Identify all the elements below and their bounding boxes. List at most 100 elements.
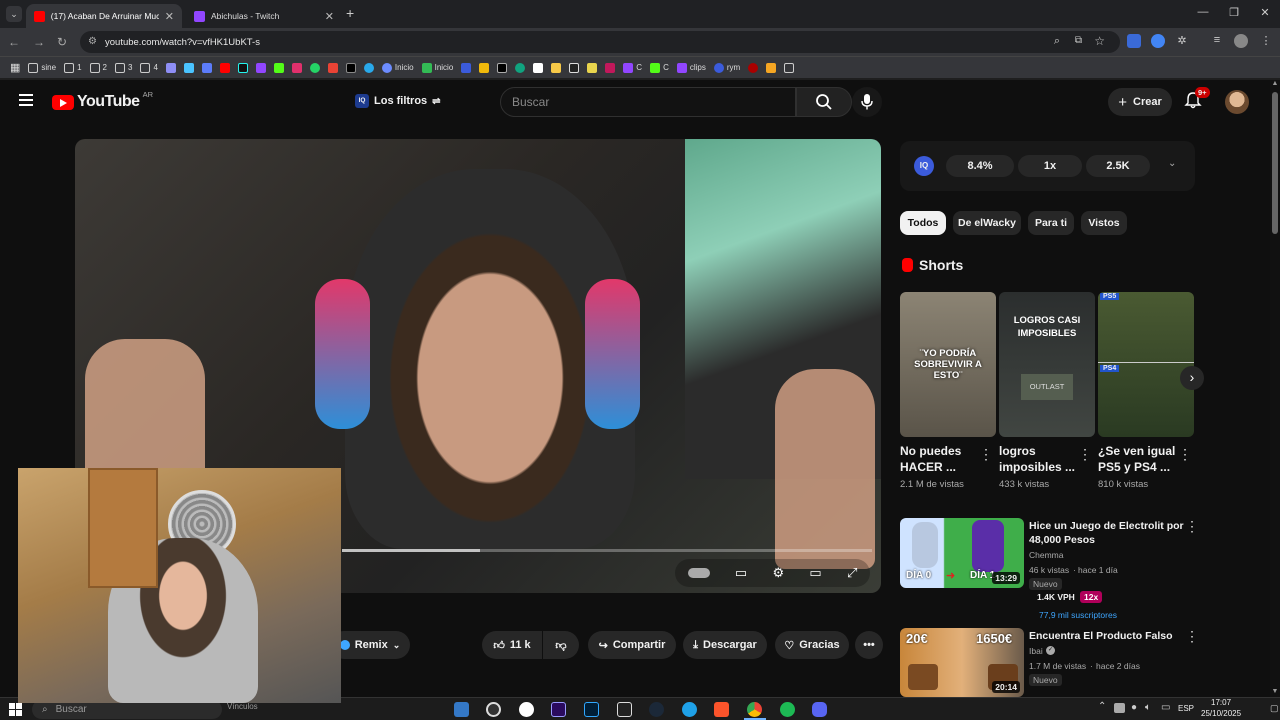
reload-icon[interactable]: ↻	[57, 35, 67, 49]
apps-icon[interactable]: ▦	[10, 61, 20, 74]
more-vertical-icon[interactable]: ⋮	[1185, 518, 1199, 535]
reading-list-icon[interactable]: ≡	[1210, 34, 1224, 48]
capcut-icon[interactable]	[519, 702, 534, 717]
settings-gear-icon[interactable]: ⚙	[772, 565, 784, 581]
tray-volume-icon[interactable]: 🔈︎	[1145, 702, 1151, 713]
chip-todos[interactable]: Todos	[900, 211, 946, 235]
theater-mode-icon[interactable]: ▭	[809, 565, 821, 581]
notifications-button[interactable]: 9+	[1184, 87, 1210, 111]
short-thumbnail[interactable]: PS5 PS4	[1098, 292, 1194, 437]
browser-menu-icon[interactable]: ⋮	[1259, 34, 1273, 48]
shorts-next-button[interactable]: ›	[1180, 366, 1204, 390]
tab-list-button[interactable]: ⌄	[6, 6, 22, 22]
subtitles-icon[interactable]: ▭	[735, 565, 747, 581]
bookmark-link[interactable]: C	[650, 62, 669, 73]
short-thumbnail[interactable]: LOGROS CASI IMPOSIBLES OUTLAST	[999, 292, 1095, 437]
dislike-button[interactable]: 👎︎	[543, 631, 579, 659]
channel-name[interactable]: Chemma	[1029, 550, 1063, 560]
bookmark-icon[interactable]	[461, 62, 472, 73]
close-tab-icon[interactable]: ✕	[325, 10, 334, 23]
video-title[interactable]: Encuentra El Producto Falso	[1029, 629, 1173, 643]
back-icon[interactable]: ←	[8, 35, 20, 49]
bookmark-icon[interactable]	[569, 62, 580, 73]
bookmark-icon[interactable]	[551, 62, 562, 73]
bookmark-icon[interactable]	[587, 62, 598, 73]
clock-time[interactable]: 17:07	[1211, 698, 1231, 707]
kick-bookmark-icon[interactable]	[273, 62, 284, 73]
minimize-button[interactable]: —	[1194, 6, 1212, 18]
short-title[interactable]: No puedes	[900, 443, 961, 459]
bookmark-icon[interactable]	[515, 62, 526, 73]
autoplay-toggle[interactable]	[687, 568, 710, 578]
extensions-icon[interactable]: ✲	[1175, 34, 1189, 48]
voice-search-button[interactable]	[852, 87, 882, 117]
obs-icon[interactable]	[486, 702, 501, 717]
bookmark-folder[interactable]: 2	[89, 62, 107, 73]
bookmark-link[interactable]: Inicio	[421, 62, 453, 73]
star-icon[interactable]: ☆	[1094, 34, 1105, 48]
extension-shield-icon[interactable]	[1151, 34, 1165, 48]
more-actions-button[interactable]: •••	[855, 631, 883, 659]
bookmark-icon[interactable]	[748, 62, 759, 73]
extension-translate-icon[interactable]	[1127, 34, 1141, 48]
binance-bookmark-icon[interactable]	[479, 62, 490, 73]
whatsapp-bookmark-icon[interactable]	[309, 62, 320, 73]
instagram-bookmark-icon[interactable]	[291, 62, 302, 73]
start-button[interactable]	[9, 703, 22, 716]
discord-icon[interactable]	[812, 702, 827, 717]
video-thumbnail[interactable]: 20€ 1650€ 20:14	[900, 628, 1024, 697]
steam-icon[interactable]	[649, 702, 664, 717]
page-scrollbar[interactable]: ▲ ▼	[1270, 80, 1280, 697]
short-title[interactable]: PS5 y PS4 ...	[1098, 459, 1170, 475]
account-avatar[interactable]	[1225, 90, 1249, 114]
create-button[interactable]: + Crear	[1108, 88, 1172, 116]
video-title[interactable]: Hice un Juego de Electrolit por	[1029, 519, 1184, 533]
short-title[interactable]: HACER ...	[900, 459, 956, 475]
progress-bar[interactable]	[342, 549, 872, 552]
tab-youtube[interactable]: (17) Acaban De Arruinar Mucha ✕	[26, 4, 182, 28]
bookmark-folder[interactable]: 4	[140, 62, 158, 73]
scrollbar-thumb[interactable]	[1272, 92, 1278, 234]
close-window-button[interactable]: ✕	[1256, 6, 1274, 19]
tray-chevron-icon[interactable]: ⌃	[1098, 701, 1106, 712]
more-vertical-icon[interactable]: ⋮	[1178, 446, 1192, 463]
profile-avatar-icon[interactable]	[1234, 34, 1248, 48]
share-button[interactable]: ↪ Compartir	[588, 631, 676, 659]
bookmark-icon[interactable]	[183, 62, 194, 73]
short-title[interactable]: logros	[999, 443, 1036, 459]
taskview-icon[interactable]	[454, 702, 469, 717]
zoom-icon[interactable]: ⌕	[1054, 35, 1060, 48]
forward-icon[interactable]: →	[33, 35, 45, 49]
gmail-bookmark-icon[interactable]	[327, 62, 338, 73]
clock-date[interactable]: 25/10/2025	[1201, 709, 1241, 718]
guide-menu-icon[interactable]	[19, 94, 33, 106]
youtube-logo[interactable]: YouTube AR	[52, 90, 153, 111]
bookmark-link[interactable]: clips	[676, 62, 706, 73]
bookmark-icon[interactable]	[497, 62, 508, 73]
bookmark-icon[interactable]	[766, 62, 777, 73]
bookmark-folder[interactable]: sine	[28, 62, 56, 73]
scrollbar-down-arrow[interactable]: ▼	[1270, 688, 1280, 695]
remix-button[interactable]: Remix ⌄	[330, 631, 410, 659]
more-vertical-icon[interactable]: ⋮	[1078, 446, 1092, 463]
fullscreen-icon[interactable]: ⤢	[847, 565, 857, 581]
tray-app-icon[interactable]	[1114, 703, 1125, 713]
restore-button[interactable]: ❐	[1225, 6, 1243, 19]
url-field[interactable]: ⚙ youtube.com/watch?v=vfHK1UbKT-s ⌕ ⧉ ☆	[80, 31, 1120, 53]
brave-icon[interactable]	[714, 702, 729, 717]
tray-mic-icon[interactable]: ●	[1131, 702, 1137, 713]
links-toolbar-label[interactable]: Vínculos	[227, 702, 258, 711]
tab-twitch[interactable]: Abichulas - Twitch ✕	[186, 4, 342, 28]
show-desktop-icon[interactable]: ▢	[1270, 703, 1279, 714]
chip-vistos[interactable]: Vistos	[1081, 211, 1127, 235]
bookmark-folder[interactable]: 1	[64, 62, 82, 73]
folder-icon[interactable]	[784, 62, 795, 73]
youtube-bookmark-icon[interactable]	[219, 62, 230, 73]
epic-games-icon[interactable]	[617, 702, 632, 717]
close-tab-icon[interactable]: ✕	[165, 10, 174, 23]
x-bookmark-icon[interactable]	[345, 62, 356, 73]
bookmark-link[interactable]: rym	[713, 62, 740, 73]
spotify-icon[interactable]	[780, 702, 795, 717]
bookmark-icon[interactable]	[605, 62, 616, 73]
photoshop-icon[interactable]	[584, 702, 599, 717]
